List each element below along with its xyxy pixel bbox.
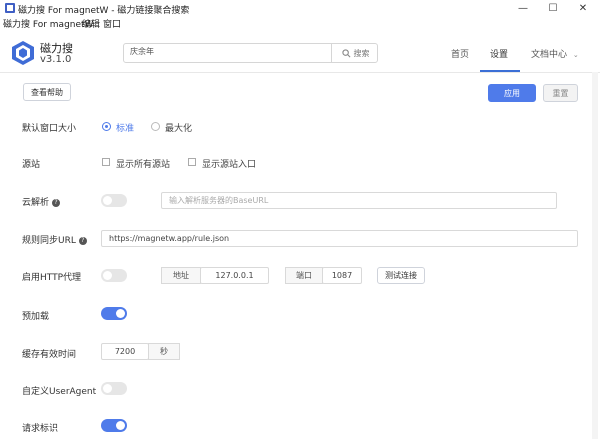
logo-icon [12, 41, 34, 65]
show-all-sources-label: 显示所有源站 [116, 160, 171, 170]
http-proxy-toggle[interactable] [101, 269, 127, 282]
checkbox-show-all-sources[interactable] [102, 158, 110, 166]
close-button[interactable]: ✕ [568, 0, 598, 16]
preload-label: 预加载 [22, 312, 50, 322]
proxy-address-input[interactable]: 127.0.0.1 [200, 267, 269, 284]
radio-standard-label: 标准 [116, 124, 135, 134]
request-id-label: 请求标识 [22, 424, 59, 434]
window-size-label: 默认窗口大小 [22, 124, 77, 134]
help-icon: ? [52, 198, 61, 207]
request-id-toggle[interactable] [101, 419, 127, 432]
rule-sync-label-text: 规则同步URL [22, 236, 76, 246]
cache-ttl-input[interactable]: 7200 [101, 343, 149, 360]
nav-docs-label: 文档中心 [531, 50, 568, 60]
radio-maximize-label: 最大化 [165, 124, 193, 134]
rule-sync-url-input[interactable]: https://magnetw.app/rule.json [101, 230, 578, 247]
user-agent-toggle[interactable] [101, 382, 127, 395]
menu-window[interactable]: 窗口 [103, 17, 121, 30]
search-input[interactable] [130, 47, 330, 56]
radio-standard[interactable] [102, 122, 111, 131]
cloud-parse-label: 云解析? [22, 195, 61, 208]
version-label: v3.1.0 [40, 54, 72, 65]
cloud-parse-toggle[interactable] [101, 194, 127, 207]
user-agent-label: 自定义UserAgent [22, 387, 97, 397]
source-label: 源站 [22, 160, 41, 170]
search-box: 搜索 [123, 43, 378, 63]
proxy-port-input[interactable]: 1087 [322, 267, 362, 284]
window-title: 磁力搜 For magnetW - 磁力链接聚合搜索 [18, 6, 190, 16]
test-connection-button[interactable]: 测试连接 [377, 267, 425, 284]
cache-ttl-label: 缓存有效时间 [22, 350, 77, 360]
nav-home[interactable]: 首页 [451, 47, 469, 60]
search-button-label: 搜索 [353, 48, 370, 58]
nav-docs[interactable]: 文档中心 ⌄ [531, 47, 579, 60]
search-icon [341, 48, 350, 57]
proxy-address-addon: 地址 [161, 267, 201, 284]
checkbox-show-source-entry[interactable] [188, 158, 196, 166]
app-icon [5, 3, 15, 13]
maximize-button[interactable]: ☐ [538, 0, 568, 16]
scrollbar[interactable] [592, 72, 598, 439]
reset-button[interactable]: 重置 [543, 84, 578, 102]
http-proxy-label: 启用HTTP代理 [22, 273, 82, 283]
chevron-down-icon: ⌄ [572, 51, 579, 59]
apply-button[interactable]: 应用 [488, 84, 536, 102]
cache-ttl-unit: 秒 [148, 343, 180, 360]
cloud-parse-label-text: 云解析 [22, 198, 50, 208]
help-button[interactable]: 查看帮助 [23, 83, 71, 101]
radio-maximize[interactable] [151, 122, 160, 131]
nav-active-indicator [480, 70, 520, 72]
preload-toggle[interactable] [101, 307, 127, 320]
nav-settings[interactable]: 设置 [490, 47, 508, 60]
help-icon: ? [78, 236, 87, 245]
cloud-parse-input[interactable]: 输入解析服务器的BaseURL [161, 192, 557, 209]
proxy-port-addon: 端口 [285, 267, 323, 284]
search-button[interactable]: 搜索 [331, 44, 379, 62]
rule-sync-label: 规则同步URL? [22, 233, 87, 246]
show-source-entry-label: 显示源站入口 [202, 160, 257, 170]
minimize-button[interactable]: — [508, 0, 538, 16]
menu-edit[interactable]: 编辑 [82, 17, 100, 30]
menu-app[interactable]: 磁力搜 For magnetW [3, 17, 93, 30]
